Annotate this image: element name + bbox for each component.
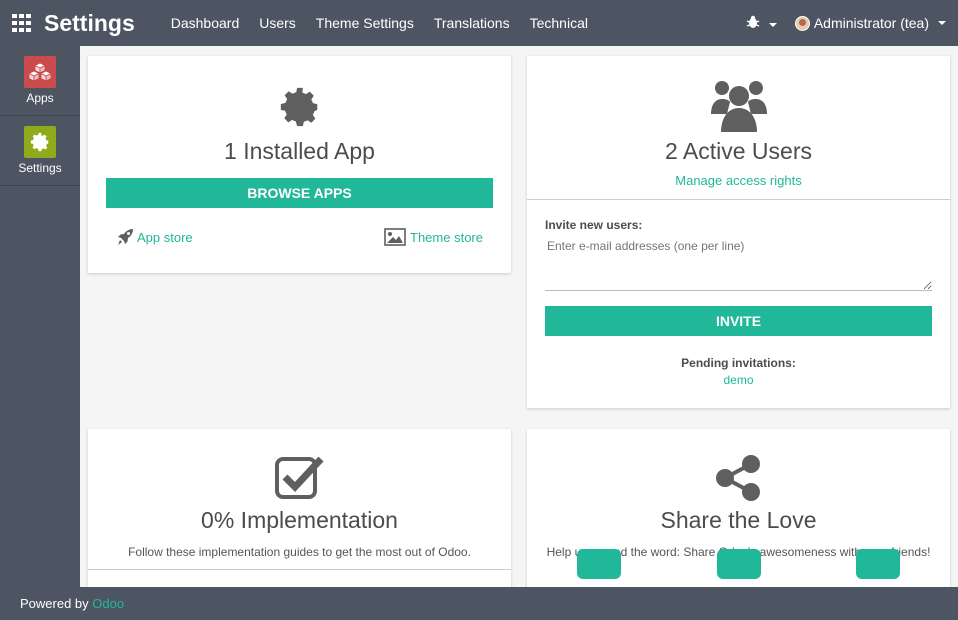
browse-apps-button[interactable]: BROWSE APPS [106,178,493,208]
users-card: 2 Active Users Manage access rights Invi… [527,56,950,408]
powered-by-label: Powered by [20,596,89,611]
facebook-share-button[interactable] [717,549,761,579]
share-card: Share the Love Help us spread the word: … [527,429,950,587]
implementation-subtitle: Follow these implementation guides to ge… [128,545,471,559]
menu-technical[interactable]: Technical [520,0,598,46]
settings-dashboard: 1 Installed App BROWSE APPS App store Th… [80,46,958,587]
chevron-down-icon [768,22,777,27]
theme-store-link[interactable]: Theme store [384,228,483,246]
checkbox-checked-icon [274,456,324,499]
menu-users[interactable]: Users [249,0,306,46]
app-store-link[interactable]: App store [116,228,193,246]
gear-icon [24,126,56,158]
sidebar-item-settings[interactable]: Settings [0,116,80,186]
sidebar: Apps Settings [0,46,80,587]
apps-card: 1 Installed App BROWSE APPS App store Th… [88,56,511,273]
invite-email-input[interactable] [545,237,932,291]
manage-access-rights-link[interactable]: Manage access rights [527,173,950,188]
debug-menu-button[interactable] [746,15,777,32]
menu-theme-settings[interactable]: Theme Settings [306,0,424,46]
footer: Powered by Odoo [0,587,958,620]
users-icon [710,81,767,132]
image-icon [384,228,406,246]
apps-cubes-icon [24,56,56,88]
implementation-title: 0% Implementation [201,507,398,533]
main-menu: Dashboard Users Theme Settings Translati… [161,0,598,46]
share-icon [715,455,760,501]
bug-icon [746,15,760,28]
pending-user-link[interactable]: demo [545,373,932,387]
odoo-link[interactable]: Odoo [92,596,124,611]
invite-button[interactable]: INVITE [545,306,932,336]
menu-translations[interactable]: Translations [424,0,520,46]
share-title: Share the Love [660,507,817,533]
sidebar-item-label: Apps [26,91,54,105]
installed-apps-title: 1 Installed App [224,138,375,164]
linkedin-share-button[interactable] [856,549,900,579]
apps-grid-icon[interactable] [0,0,44,46]
pending-invitations-label: Pending invitations: [681,356,796,370]
chevron-down-icon [938,21,946,25]
avatar [794,15,810,31]
invite-label: Invite new users: [545,218,643,232]
gear-icon [280,87,317,127]
app-title: Settings [44,9,135,36]
sidebar-item-label: Settings [18,161,62,175]
menu-dashboard[interactable]: Dashboard [161,0,250,46]
active-users-title: 2 Active Users [665,138,812,164]
user-name: Administrator (tea) [813,15,929,31]
top-navbar: Settings Dashboard Users Theme Settings … [0,0,958,46]
twitter-share-button[interactable] [577,549,621,579]
sidebar-item-apps[interactable]: Apps [0,46,80,116]
rocket-icon [118,229,133,245]
user-menu[interactable]: Administrator (tea) [794,15,946,31]
implementation-card: 0% Implementation Follow these implement… [88,429,511,587]
